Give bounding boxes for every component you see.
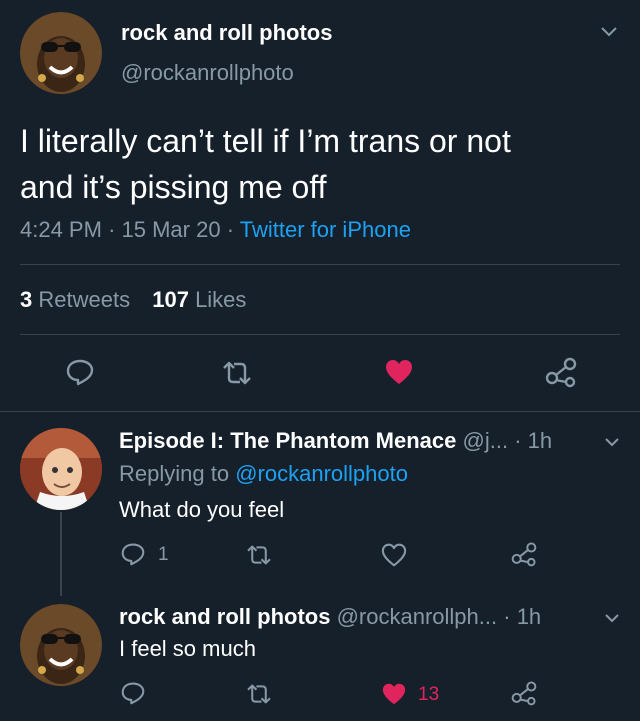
reply-text: I feel so much [119, 636, 256, 661]
separator-dot: · [108, 217, 116, 242]
reply-time: 1h [527, 428, 553, 453]
avatar[interactable] [20, 604, 102, 686]
tweet-text-line: I literally can’t tell if I’m trans or n… [20, 123, 511, 159]
avatar[interactable] [20, 12, 102, 94]
chevron-down-icon[interactable] [600, 26, 618, 38]
separator-dot: · [226, 217, 235, 242]
divider [20, 334, 620, 335]
thread-line [60, 512, 62, 596]
tweet-stats: 3 Retweets 107 Likes [20, 287, 246, 313]
likes-stat[interactable]: 107 Likes [152, 287, 246, 312]
like-icon[interactable] [381, 682, 407, 706]
replying-to: Replying to @rockanrollphoto [119, 461, 408, 487]
replying-prefix: Replying to [119, 461, 230, 486]
reply-author-handle[interactable]: @j... [463, 428, 509, 453]
retweet-icon[interactable] [244, 544, 274, 566]
reply-icon[interactable] [120, 681, 146, 705]
like-icon[interactable] [381, 543, 407, 567]
separator-dot: · [514, 428, 522, 453]
retweet-icon[interactable] [244, 683, 274, 705]
reply-author-name[interactable]: Episode I: The Phantom Menace [119, 428, 456, 453]
retweet-label: Retweets [38, 287, 131, 312]
reply-icon[interactable] [120, 542, 146, 566]
chevron-down-icon[interactable] [604, 437, 620, 447]
like-label: Likes [195, 287, 247, 312]
like-count: 13 [418, 684, 440, 705]
divider [20, 264, 620, 265]
retweet-icon[interactable] [220, 360, 254, 386]
tweet-text: I literally can’t tell if I’m trans or n… [20, 118, 511, 210]
reply-count: 1 [158, 544, 169, 565]
reply-time: 1h [516, 604, 542, 629]
tweet-time: 4:24 PM [20, 217, 102, 242]
retweets-stat[interactable]: 3 Retweets [20, 287, 136, 312]
author-handle[interactable]: @rockanrollphoto [121, 60, 294, 86]
reply-header: rock and roll photos @rockanrollph... · … [119, 604, 541, 630]
separator-dot: · [503, 604, 511, 629]
share-icon[interactable] [544, 356, 578, 388]
reply-icon[interactable] [65, 358, 95, 386]
share-icon[interactable] [510, 680, 538, 706]
chevron-down-icon[interactable] [604, 613, 620, 623]
reply-author-name[interactable]: rock and roll photos [119, 604, 330, 629]
reply-author-handle[interactable]: @rockanrollph... [337, 604, 498, 629]
tweet-date: 15 Mar 20 [121, 217, 221, 242]
reply-text: What do you feel [119, 497, 285, 522]
retweet-count: 3 [20, 287, 33, 312]
replying-handle[interactable]: @rockanrollphoto [235, 461, 408, 486]
share-icon[interactable] [510, 541, 538, 567]
tweet-source[interactable]: Twitter for iPhone [240, 217, 411, 242]
author-name[interactable]: rock and roll photos [121, 20, 332, 46]
like-count: 107 [152, 287, 189, 312]
divider [0, 411, 640, 412]
tweet-meta: 4:24 PM · 15 Mar 20 · Twitter for iPhone [20, 217, 411, 243]
like-icon[interactable] [384, 358, 414, 386]
reply-header: Episode I: The Phantom Menace @j... · 1h [119, 428, 552, 454]
avatar[interactable] [20, 428, 102, 510]
tweet-text-line: and it’s pissing me off [20, 169, 327, 205]
